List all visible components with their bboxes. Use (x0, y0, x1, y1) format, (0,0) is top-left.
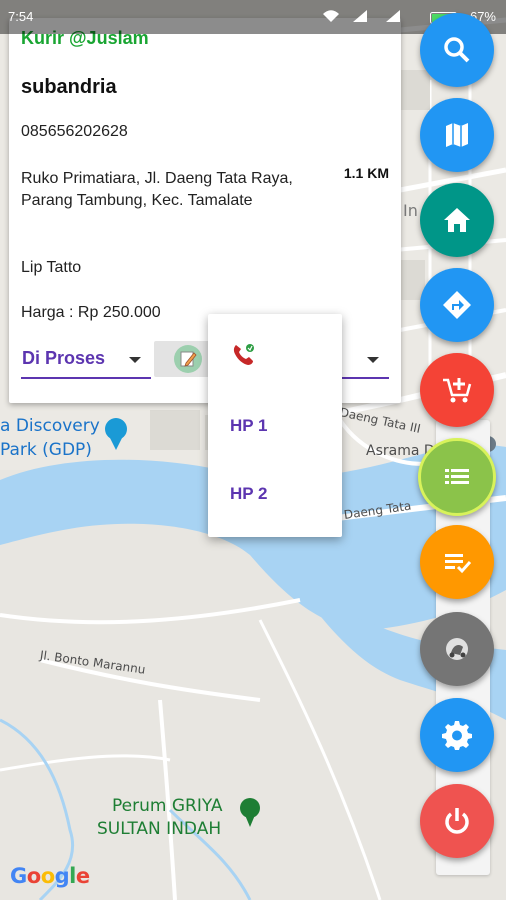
menu-item-hp2[interactable]: HP 2 (230, 484, 268, 504)
poi-label: SULTAN INDAH (97, 819, 222, 839)
customer-address: Ruko Primatiara, Jl. Daeng Tata Raya, Pa… (21, 170, 293, 209)
list-icon (445, 469, 469, 484)
edit-note-button[interactable] (154, 341, 212, 377)
poi-label: Perum GRIYA (112, 796, 223, 816)
chevron-down-icon (129, 357, 141, 363)
directions-icon (443, 291, 471, 319)
distance-label: 1.1 KM (343, 165, 389, 181)
signal-icon (385, 9, 401, 28)
google-logo: Google (10, 864, 90, 888)
map-edge-label: In (403, 201, 418, 220)
status-dropdown-value: Di Proses (22, 348, 106, 368)
courier-icon (446, 638, 468, 660)
wifi-icon (322, 9, 340, 28)
phone-call-icon[interactable] (230, 342, 256, 373)
settings-button[interactable] (420, 698, 494, 772)
add-cart-icon (443, 378, 472, 403)
logout-button[interactable] (420, 784, 494, 858)
call-menu: HP 1 HP 2 (208, 314, 342, 537)
customer-name: subandria (21, 76, 117, 98)
search-icon (444, 37, 470, 63)
status-dropdown[interactable]: Di Proses (21, 341, 151, 379)
delivery-button[interactable] (420, 612, 494, 686)
menu-item-hp1[interactable]: HP 1 (230, 416, 268, 436)
gear-icon (442, 721, 472, 750)
status-time: 7:54 (8, 9, 34, 24)
order-list-button[interactable] (418, 438, 496, 516)
signal-icon (352, 9, 368, 28)
map-icon (446, 123, 468, 147)
power-icon (445, 808, 469, 834)
customer-phone[interactable]: 085656202628 (21, 123, 128, 141)
home-button[interactable] (420, 183, 494, 257)
poi-label: a Discovery (0, 416, 100, 436)
checklist-icon (445, 554, 472, 574)
map-button[interactable] (420, 98, 494, 172)
poi-label: Park (GDP) (0, 440, 92, 460)
chevron-down-icon (367, 357, 379, 363)
order-card: Kurir @Juslam subandria 085656202628 Ruk… (9, 18, 401, 403)
add-to-cart-button[interactable] (420, 353, 494, 427)
search-button[interactable] (420, 13, 494, 87)
pencil-icon (174, 345, 202, 373)
order-price: Harga : Rp 250.000 (21, 304, 161, 321)
order-item: Lip Tatto (21, 259, 82, 276)
directions-button[interactable] (420, 268, 494, 342)
completed-list-button[interactable] (420, 525, 494, 599)
home-icon (444, 208, 470, 232)
